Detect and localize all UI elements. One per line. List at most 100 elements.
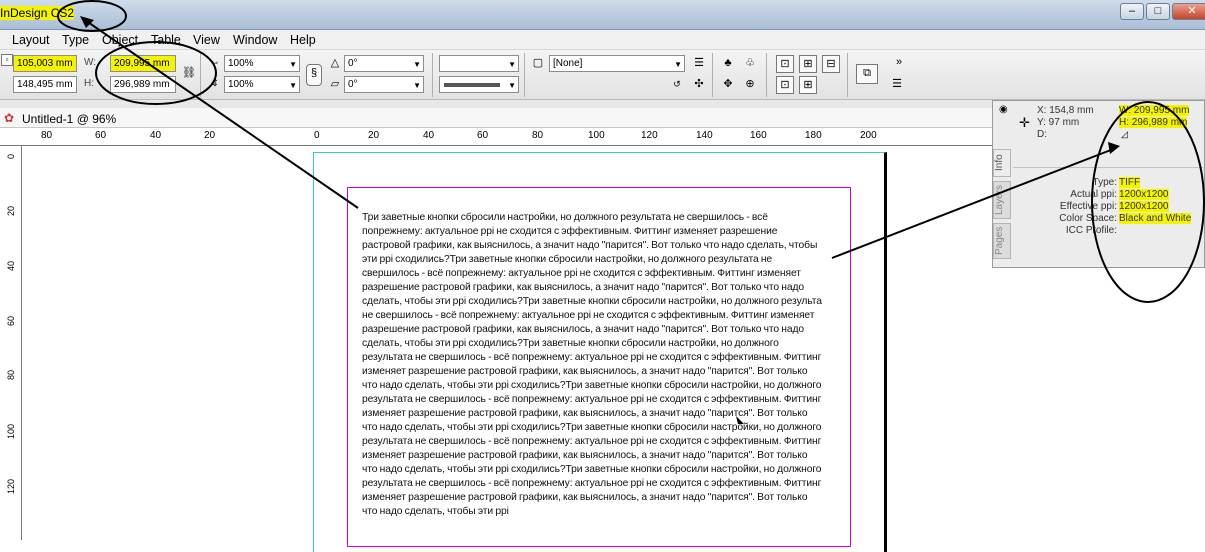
menu-window[interactable]: Window xyxy=(233,33,277,47)
menu-layout[interactable]: Layout xyxy=(12,33,50,47)
select-container-icon[interactable]: ✣ xyxy=(690,76,708,94)
ruler-label: 60 xyxy=(477,130,489,141)
panel-menu-icon[interactable]: ☰ xyxy=(888,76,906,94)
type-label: Type: xyxy=(1092,177,1117,188)
object-style-combo[interactable]: [None] ▼ xyxy=(549,55,685,72)
ruler-label: 40 xyxy=(6,261,16,272)
effective-ppi-label: Effective ppi: xyxy=(1059,201,1117,212)
maximize-button[interactable]: □ xyxy=(1146,3,1170,20)
actual-ppi-value: 1200x1200 xyxy=(1119,189,1169,200)
divider xyxy=(1013,167,1203,168)
flip-icon[interactable]: ✥ xyxy=(719,76,737,94)
vertical-ruler[interactable]: 0 20 40 60 80 100 120 xyxy=(0,146,22,540)
tab-layers[interactable]: Layers xyxy=(993,181,1011,219)
menu-help[interactable]: Help xyxy=(290,33,316,47)
scale-y-combo[interactable]: 100% ▼ xyxy=(224,76,300,93)
object-style-value: [None] xyxy=(553,58,583,69)
document-icon: ✿ xyxy=(4,111,15,125)
shear-combo[interactable]: 0° ▼ xyxy=(344,76,424,93)
height-field[interactable]: 296,989 mm xyxy=(110,76,176,93)
tab-info[interactable]: Info xyxy=(993,149,1011,177)
tab-pages[interactable]: Pages xyxy=(993,223,1011,259)
y-field[interactable]: 148,495 mm xyxy=(13,76,77,93)
menu-type[interactable]: Type xyxy=(62,33,89,47)
select-previous-icon[interactable]: ♧ xyxy=(741,55,759,73)
ruler-label: 100 xyxy=(6,424,16,440)
ruler-label: 80 xyxy=(41,130,53,141)
scale-y-value: 100% xyxy=(228,79,254,90)
close-button[interactable]: ✕ xyxy=(1172,3,1205,20)
scale-x-icon: ⇔ xyxy=(210,57,220,68)
text-frame[interactable]: Три заветные кнопки сбросили настройки, … xyxy=(362,211,824,519)
menu-object[interactable]: Object xyxy=(102,33,138,47)
ruler-label: 60 xyxy=(6,316,16,327)
fit-content-frame-icon[interactable]: ⊡ xyxy=(776,55,794,73)
rotate-icon: △ xyxy=(330,57,340,69)
app-title: InDesign CS2 xyxy=(0,6,75,20)
ruler-label: 20 xyxy=(204,130,216,141)
stroke-weight-combo[interactable]: ▼ xyxy=(439,55,519,72)
chain-link-icon[interactable]: ⛓ xyxy=(180,65,198,83)
center-content-icon[interactable]: ⊟ xyxy=(822,55,840,73)
ruler-label: 0 xyxy=(314,130,320,141)
icc-profile-label: ICC Profile: xyxy=(1065,225,1117,236)
ruler-label: 20 xyxy=(6,206,16,217)
info-w: W: 209,995 mm xyxy=(1119,105,1190,116)
stroke-preview xyxy=(444,83,500,87)
chevron-down-icon: ▼ xyxy=(674,60,682,69)
fill-frame-icon[interactable]: ⊡ xyxy=(776,76,794,94)
type-value: TIFF xyxy=(1119,177,1141,188)
scale-x-value: 100% xyxy=(228,58,254,69)
info-d: D: xyxy=(1037,129,1047,140)
ruler-label: 120 xyxy=(641,130,658,141)
stroke-type-combo[interactable]: ▼ xyxy=(439,76,519,93)
ruler-label: 20 xyxy=(368,130,380,141)
reference-point-icon[interactable]: ▫ xyxy=(1,54,13,66)
clear-overrides-icon[interactable]: ↺ xyxy=(668,76,686,94)
scale-y-icon: ⇕ xyxy=(210,78,220,89)
ruler-label: 80 xyxy=(532,130,544,141)
info-panel: Info Layers Pages ◉ ✛ X: 154,8 mm Y: 97 … xyxy=(992,100,1205,268)
angle-icon: ◿ xyxy=(1121,129,1128,139)
menu-bar: Layout Type Object Table View Window Hel… xyxy=(0,30,1205,50)
crosshair-icon: ✛ xyxy=(1019,115,1030,130)
info-x: X: 154,8 mm xyxy=(1037,105,1094,116)
ruler-label: 180 xyxy=(805,130,822,141)
actual-ppi-label: Actual ppi: xyxy=(1070,189,1117,200)
object-style-icon: ▢ xyxy=(532,57,544,69)
panel-collapse-icon[interactable]: ◉ xyxy=(999,104,1008,115)
document-title[interactable]: Untitled-1 @ 96% xyxy=(22,112,116,126)
menu-table[interactable]: Table xyxy=(151,33,181,47)
ruler-label: 120 xyxy=(6,479,16,495)
select-next-icon[interactable]: ♣ xyxy=(719,55,737,73)
scale-x-combo[interactable]: 100% ▼ xyxy=(224,55,300,72)
fit-frame-content-icon[interactable]: ⊞ xyxy=(799,55,817,73)
ruler-label: 140 xyxy=(696,130,713,141)
chevron-down-icon: ▼ xyxy=(508,60,516,69)
color-space-label: Color Space: xyxy=(1059,213,1117,224)
rotate-value: 0° xyxy=(348,58,358,69)
ruler-label: 40 xyxy=(423,130,435,141)
h-label: H: xyxy=(84,78,94,89)
more-options-icon[interactable]: » xyxy=(890,54,908,72)
constrain-proportions-button[interactable]: § xyxy=(306,64,322,86)
ruler-label: 200 xyxy=(860,130,877,141)
ruler-label: 80 xyxy=(6,370,16,381)
x-field[interactable]: 105,003 mm xyxy=(13,55,77,72)
chevron-down-icon: ▼ xyxy=(413,81,421,90)
object-style-options-icon[interactable]: ☰ xyxy=(690,55,708,73)
wrap-text-icon[interactable]: ⧉ xyxy=(856,64,878,84)
ruler-label: 60 xyxy=(95,130,107,141)
distribute-icon[interactable]: ⊕ xyxy=(741,76,759,94)
ruler-label: 40 xyxy=(150,130,162,141)
minimize-button[interactable]: – xyxy=(1120,3,1144,20)
chevron-down-icon: ▼ xyxy=(289,81,297,90)
shear-value: 0° xyxy=(348,79,358,90)
rotate-combo[interactable]: 0° ▼ xyxy=(344,55,424,72)
chevron-down-icon: ▼ xyxy=(413,60,421,69)
w-label: W: xyxy=(84,57,97,68)
width-field[interactable]: 209,995 mm xyxy=(110,55,176,72)
menu-view[interactable]: View xyxy=(193,33,220,47)
fit-proportional-icon[interactable]: ⊞ xyxy=(799,76,817,94)
effective-ppi-value: 1200x1200 xyxy=(1119,201,1169,212)
